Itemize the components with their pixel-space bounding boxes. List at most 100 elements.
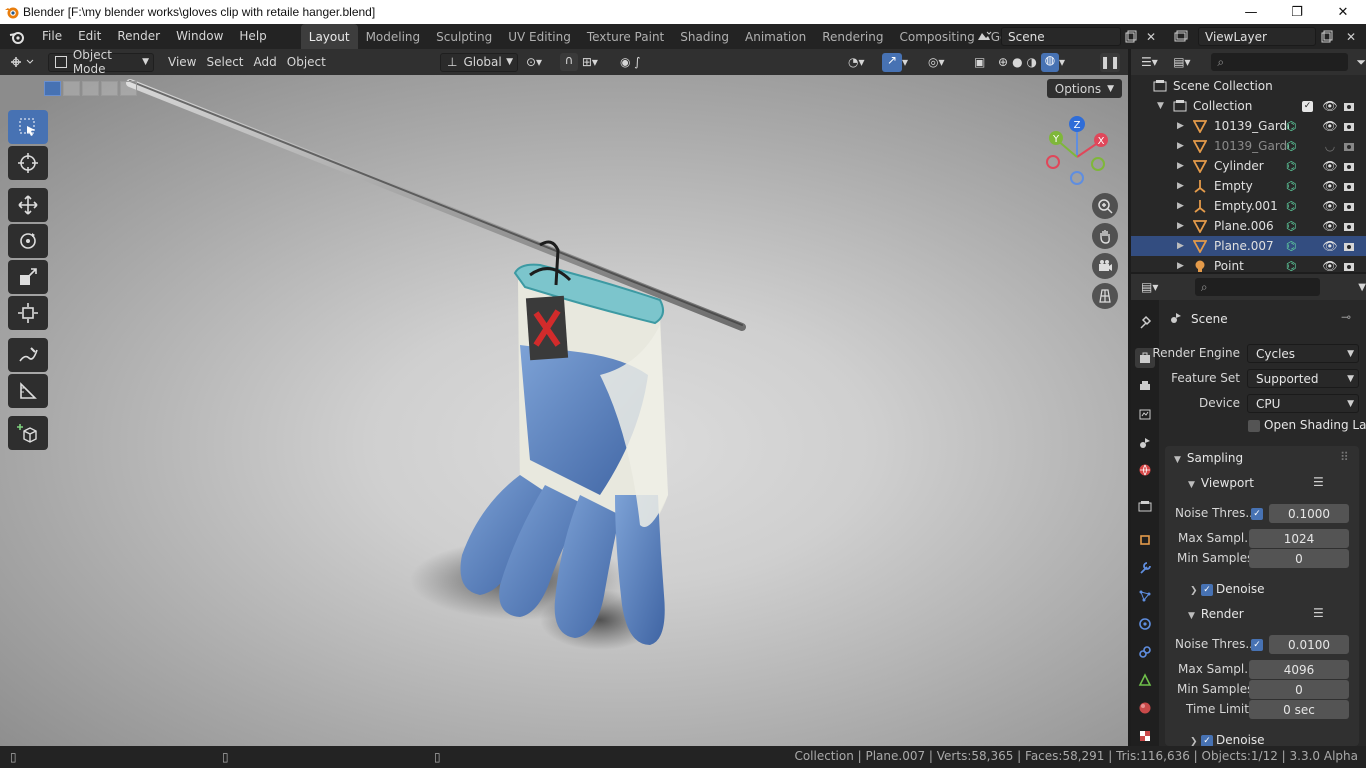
view-layer-browse-icon[interactable] [1172, 28, 1190, 46]
scene-tab-icon[interactable] [1135, 432, 1155, 452]
outliner-item[interactable]: ▶ Empty ⌬ 👁 [1131, 176, 1366, 196]
render-camera-icon[interactable] [1342, 99, 1356, 113]
wireframe-shading-icon[interactable]: ⊕ [998, 55, 1008, 69]
render-camera-icon[interactable] [1342, 119, 1356, 133]
perspective-toggle-icon[interactable] [1092, 283, 1118, 309]
outliner-search-input[interactable]: ⌕ [1211, 53, 1349, 71]
cursor-tool-icon[interactable] [8, 146, 48, 180]
render-subpanel-header[interactable]: ▼ Render [1188, 607, 1244, 621]
expand-arrow-icon[interactable]: ▶ [1177, 181, 1187, 191]
navigation-gizmo[interactable]: Z X Y [1042, 115, 1112, 185]
visibility-eye-icon[interactable]: 👁 [1322, 119, 1337, 133]
expand-arrow-icon[interactable]: ▶ [1177, 161, 1187, 171]
tab-rendering[interactable]: Rendering [814, 24, 891, 49]
render-camera-icon[interactable] [1342, 199, 1356, 213]
expand-arrow-icon[interactable]: ▶ [1177, 141, 1187, 151]
pin-icon[interactable]: ⊸ [1341, 310, 1351, 324]
material-tab-icon[interactable] [1135, 698, 1155, 718]
annotate-tool-icon[interactable] [8, 338, 48, 372]
presets-list-icon[interactable]: ☰ [1313, 606, 1324, 620]
outliner-item[interactable]: ▶ 10139_Gardenir⌬ 👁 [1131, 116, 1366, 136]
expand-arrow-icon[interactable]: ▶ [1177, 241, 1187, 251]
gizmo-toggle-icon[interactable]: ↗ ▾ [882, 52, 918, 72]
exclude-checkbox[interactable]: ✓ [1302, 100, 1313, 112]
select-invert-icon[interactable] [101, 81, 118, 96]
render-max-samples-field[interactable]: 4096 [1249, 660, 1349, 679]
new-scene-icon[interactable] [1122, 28, 1140, 46]
tab-uv-editing[interactable]: UV Editing [500, 24, 579, 49]
expand-arrow-icon[interactable]: ▶ [1177, 201, 1187, 211]
select-extend-icon[interactable] [63, 81, 80, 96]
visibility-eye-icon[interactable]: ◡ [1323, 139, 1337, 153]
render-camera-icon[interactable] [1342, 239, 1356, 253]
device-dropdown[interactable]: CPU ▼ [1247, 394, 1359, 413]
visibility-eye-icon[interactable]: 👁 [1322, 99, 1337, 113]
feature-set-dropdown[interactable]: Supported ▼ [1247, 369, 1359, 388]
visibility-eye-icon[interactable]: 👁 [1322, 239, 1337, 253]
menu-file[interactable]: File [34, 24, 70, 49]
expand-arrow-icon[interactable]: ▶ [1177, 261, 1187, 271]
render-camera-icon[interactable] [1342, 259, 1356, 273]
transform-tool-icon[interactable] [8, 296, 48, 330]
tab-shading[interactable]: Shading [672, 24, 737, 49]
tab-sculpting[interactable]: Sculpting [428, 24, 500, 49]
delete-scene-icon[interactable]: ✕ [1142, 28, 1160, 46]
sampling-header[interactable]: ▼ Sampling [1174, 451, 1243, 465]
overlays-icon[interactable]: ◎▾ [928, 53, 964, 72]
pan-hand-icon[interactable] [1092, 223, 1118, 249]
collection-row[interactable]: ▼ Collection ✓ 👁 [1131, 96, 1366, 116]
constraints-tab-icon[interactable] [1135, 642, 1155, 662]
viewport-noise-checkbox[interactable]: ✓ [1251, 508, 1263, 520]
outliner-editor-type-icon[interactable]: ☰▾ [1141, 55, 1167, 69]
move-tool-icon[interactable] [8, 188, 48, 222]
transform-orientation-dropdown[interactable]: ⊥ Global ▼ [440, 52, 518, 72]
tab-modeling[interactable]: Modeling [358, 24, 429, 49]
render-noise-checkbox[interactable]: ✓ [1251, 639, 1263, 651]
menu-object[interactable]: Object [287, 55, 336, 69]
rendered-shading-icon[interactable]: ◍ [1041, 52, 1060, 72]
properties-options-icon[interactable]: ▼ [1358, 282, 1366, 293]
new-view-layer-icon[interactable] [1318, 28, 1336, 46]
viewport-noise-field[interactable]: 0.1000 [1269, 504, 1349, 523]
render-camera-icon[interactable] [1342, 179, 1356, 193]
rotate-tool-icon[interactable] [8, 224, 48, 258]
data-tab-icon[interactable] [1135, 670, 1155, 690]
particles-tab-icon[interactable] [1135, 586, 1155, 606]
select-box-tool-icon[interactable] [8, 110, 48, 144]
menu-select[interactable]: Select [206, 55, 253, 69]
camera-view-icon[interactable] [1092, 253, 1118, 279]
outliner-item[interactable]: ▶ Plane.006 ⌬ 👁 [1131, 216, 1366, 236]
collapse-arrow-icon[interactable]: ▼ [1157, 101, 1167, 111]
restore-button[interactable]: ❐ [1274, 0, 1320, 24]
editor-type-icon[interactable] [8, 53, 42, 72]
outliner-item[interactable]: ▶ Empty.001 ⌬ 👁 [1131, 196, 1366, 216]
tool-tab-icon[interactable] [1135, 312, 1155, 332]
viewport-max-samples-field[interactable]: 1024 [1249, 529, 1349, 548]
add-cube-tool-icon[interactable] [8, 416, 48, 450]
physics-tab-icon[interactable] [1135, 614, 1155, 634]
viewport-min-samples-field[interactable]: 0 [1249, 549, 1349, 568]
properties-search-input[interactable]: ⌕ [1194, 278, 1321, 296]
options-dropdown[interactable]: Options ▼ [1046, 79, 1122, 98]
visibility-eye-icon[interactable]: 👁 [1322, 259, 1337, 273]
world-tab-icon[interactable] [1135, 460, 1155, 480]
render-camera-icon[interactable] [1342, 159, 1356, 173]
blender-menu-icon[interactable] [0, 24, 34, 49]
render-engine-dropdown[interactable]: Cycles ▼ [1247, 344, 1359, 363]
collection-tab-icon[interactable] [1135, 496, 1155, 516]
scale-tool-icon[interactable] [8, 260, 48, 294]
render-camera-icon[interactable] [1342, 139, 1356, 153]
menu-help[interactable]: Help [231, 24, 274, 49]
visibility-eye-icon[interactable]: 👁 [1322, 219, 1337, 233]
tab-layout[interactable]: Layout [300, 24, 358, 49]
expand-arrow-icon[interactable]: ▶ [1177, 221, 1187, 231]
xray-icon[interactable]: ▣ [974, 53, 994, 72]
viewport-subpanel-header[interactable]: ▼ Viewport [1188, 476, 1254, 490]
proportional-editing-icon[interactable]: ◉ ∫ [620, 53, 666, 72]
solid-shading-icon[interactable]: ● [1012, 55, 1022, 69]
object-tab-icon[interactable] [1135, 530, 1155, 550]
open-shading-checkbox[interactable] [1248, 420, 1260, 432]
visibility-eye-icon[interactable]: 👁 [1322, 159, 1337, 173]
render-min-samples-field[interactable]: 0 [1249, 680, 1349, 699]
display-mode-icon[interactable]: ▤▾ [1173, 55, 1201, 69]
